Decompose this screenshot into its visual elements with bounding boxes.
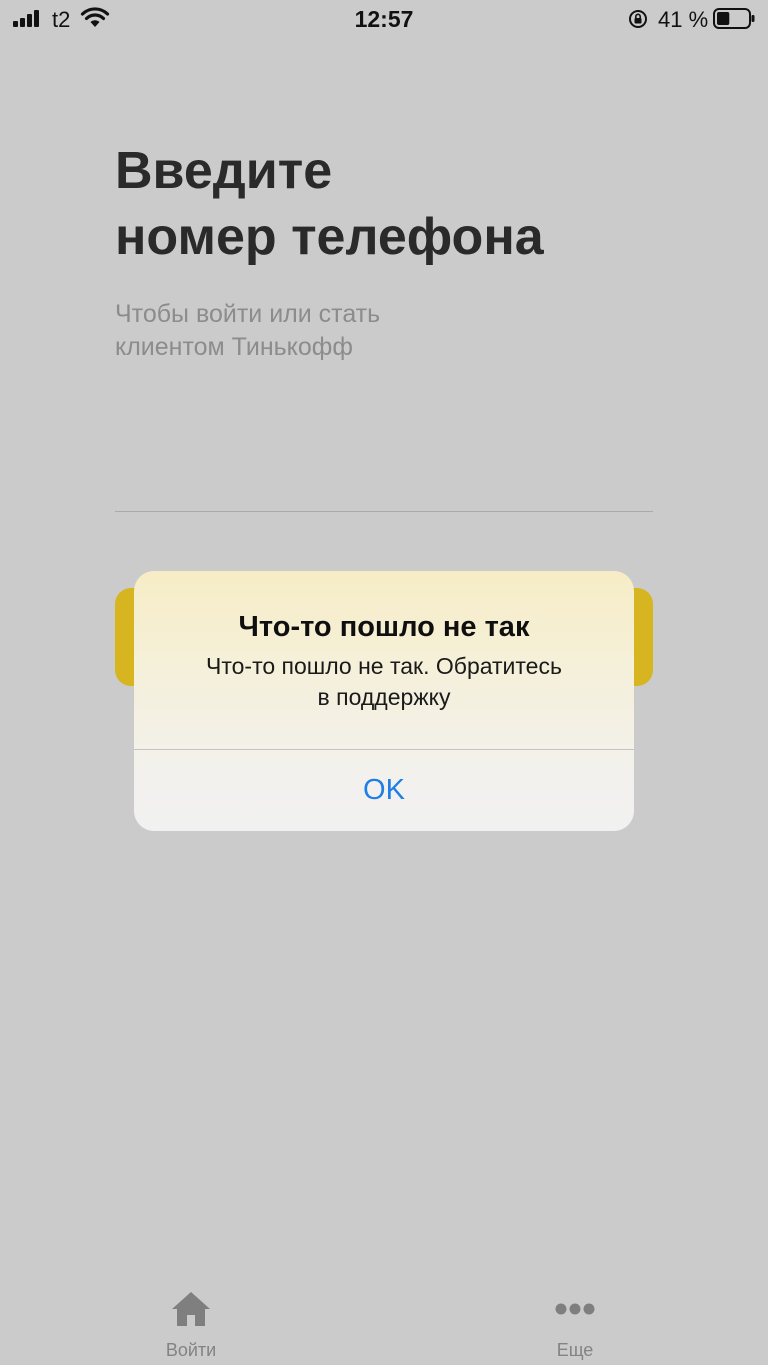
status-bar: t2 12:57 41 % (0, 0, 768, 40)
error-alert: Что-то пошло не так Что-то пошло не так.… (134, 571, 634, 831)
home-icon (172, 1292, 210, 1326)
alert-message: Что-то пошло не так. Обратитесь в поддер… (164, 651, 604, 713)
tab-more-label: Еще (556, 1340, 594, 1360)
alert-ok-button[interactable]: OK (134, 750, 634, 831)
battery-percent: 41 % (658, 7, 709, 32)
tab-more[interactable]: Еще (515, 1290, 635, 1365)
screen: t2 12:57 41 % Введите номер телефона Что… (0, 0, 768, 1365)
page-title-line-1: Введите (115, 142, 333, 200)
page-title-line-2: номер телефона (115, 208, 544, 266)
page-subtitle-line-1: Чтобы войти или стать (115, 300, 381, 328)
battery-icon (713, 8, 755, 29)
clock: 12:57 (354, 6, 414, 32)
tab-login[interactable]: Войти (131, 1290, 251, 1365)
page-title: Введите номер телефона (115, 138, 544, 270)
phone-number-input[interactable] (115, 460, 653, 512)
tab-login-label: Войти (165, 1340, 217, 1360)
alert-title: Что-то пошло не так (238, 611, 530, 643)
more-icon (555, 1303, 595, 1315)
alert-message-line-2: в поддержку (317, 684, 451, 710)
page-subtitle-line-2: клиентом Тинькофф (115, 333, 353, 361)
page-subtitle: Чтобы войти или стать клиентом Тинькофф (115, 298, 380, 364)
rotation-lock-icon (629, 10, 647, 28)
alert-message-line-1: Что-то пошло не так. Обратитесь (206, 653, 562, 679)
